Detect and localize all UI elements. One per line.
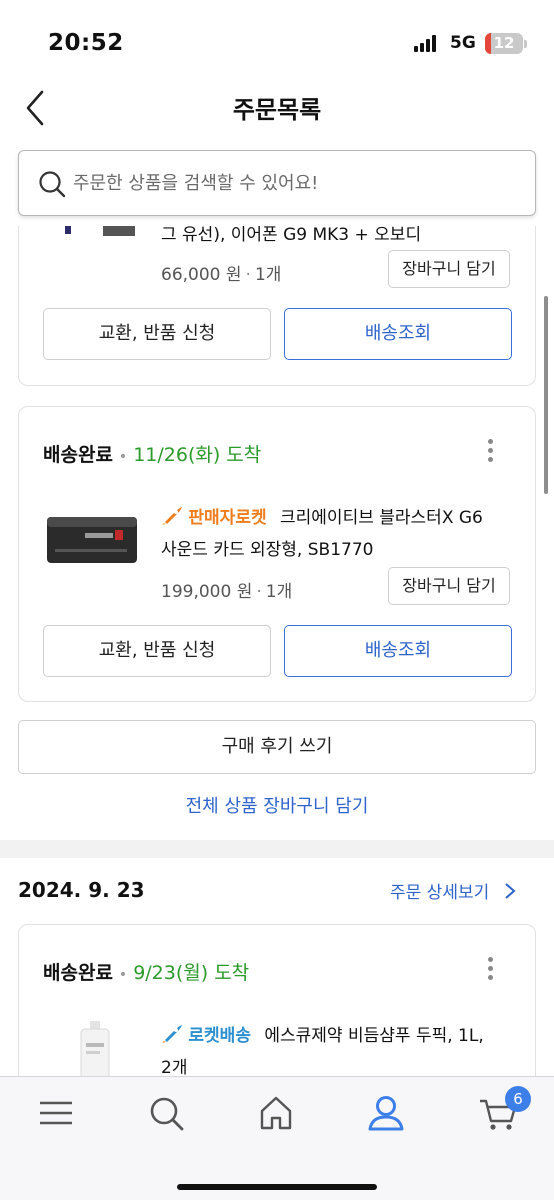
home-tab[interactable] — [256, 1093, 296, 1133]
delivery-status: 배송완료 • 9/23(월) 도착 — [43, 962, 250, 984]
user-icon — [368, 1096, 404, 1131]
status-bar: 20:52 5G 12 — [0, 0, 554, 80]
product-name-line1: 에스큐제약 비듬샴푸 두픽, 1L, — [264, 1026, 484, 1046]
status-label: 배송완료 — [43, 962, 113, 984]
product-name-line2[interactable]: 2개 — [161, 1053, 187, 1078]
network-type: 5G — [450, 33, 476, 53]
add-to-cart-button[interactable]: 장바구니 담기 — [388, 567, 510, 605]
return-exchange-button[interactable]: 교환, 반품 신청 — [43, 625, 271, 677]
rocket-icon — [162, 1025, 182, 1043]
product-price: 66,000 원 · 1개 — [161, 265, 282, 285]
section-divider — [0, 840, 554, 858]
bottom-nav — [0, 1076, 554, 1200]
more-options-icon[interactable] — [485, 439, 495, 467]
write-review-button[interactable]: 구매 후기 쓰기 — [18, 720, 536, 774]
nav-header: 주문목록 — [0, 80, 554, 134]
search-area — [0, 134, 554, 226]
product-name-line2[interactable]: 사운드 카드 외장형, SB1770 — [161, 535, 373, 560]
battery-icon: 12 — [485, 33, 523, 54]
arrival-date: 9/23(월) 도착 — [133, 962, 250, 984]
status-label: 배송완료 — [43, 444, 113, 466]
product-thumbnail — [47, 517, 137, 563]
home-icon — [260, 1096, 292, 1130]
search-box[interactable] — [18, 150, 536, 216]
search-input[interactable] — [73, 167, 513, 199]
quantity: 1개 — [254, 265, 282, 285]
seller-rocket-badge: 판매자로켓 — [188, 508, 267, 528]
order-date: 2024. 9. 23 — [18, 878, 145, 902]
search-tab[interactable] — [146, 1093, 186, 1133]
battery-level: 12 — [493, 34, 515, 52]
product-name-line1: 크리에이티브 블라스터X G6 — [280, 508, 483, 528]
price-value: 66,000 원 — [161, 265, 242, 285]
search-icon — [150, 1097, 184, 1131]
status-time: 20:52 — [48, 30, 124, 56]
page-title: 주문목록 — [232, 96, 322, 124]
add-all-to-cart-link[interactable]: 전체 상품 장바구니 담기 — [0, 792, 554, 818]
cart-count-badge: 6 — [505, 1086, 531, 1112]
product-price: 199,000 원 · 1개 — [161, 582, 293, 602]
order-detail-label: 주문 상세보기 — [390, 883, 490, 903]
order-detail-link[interactable]: 주문 상세보기 — [390, 878, 517, 903]
chevron-right-icon — [504, 883, 516, 899]
track-delivery-button[interactable]: 배송조회 — [284, 625, 512, 677]
return-exchange-button[interactable]: 교환, 반품 신청 — [43, 308, 271, 360]
home-indicator — [177, 1184, 377, 1190]
search-icon — [39, 171, 66, 198]
menu-tab[interactable] — [36, 1093, 76, 1133]
arrival-date: 11/26(화) 도착 — [133, 444, 262, 466]
add-to-cart-button[interactable]: 장바구니 담기 — [388, 250, 510, 288]
quantity: 1개 — [265, 582, 293, 602]
delivery-status: 배송완료 • 11/26(화) 도착 — [43, 444, 262, 466]
order-item-card: 배송완료 • 11/26(화) 도착 판매자로켓 크리에이티브 블라스터X G6 사… — [18, 406, 536, 702]
rocket-delivery-badge: 로켓배송 — [188, 1026, 251, 1046]
rocket-icon — [162, 507, 182, 525]
my-account-tab[interactable] — [366, 1093, 406, 1133]
signal-icon — [414, 34, 440, 52]
price-value: 199,000 원 — [161, 582, 253, 602]
product-name[interactable]: 판매자로켓 크리에이티브 블라스터X G6 — [161, 503, 483, 528]
product-name[interactable]: 로켓배송 에스큐제약 비듬샴푸 두픽, 1L, — [161, 1021, 484, 1046]
more-options-icon[interactable] — [485, 957, 495, 985]
track-delivery-button[interactable]: 배송조회 — [284, 308, 512, 360]
product-thumbnail — [80, 1021, 110, 1081]
product-thumbnail — [65, 224, 135, 236]
scrollbar[interactable] — [544, 296, 548, 494]
menu-icon — [40, 1101, 72, 1125]
